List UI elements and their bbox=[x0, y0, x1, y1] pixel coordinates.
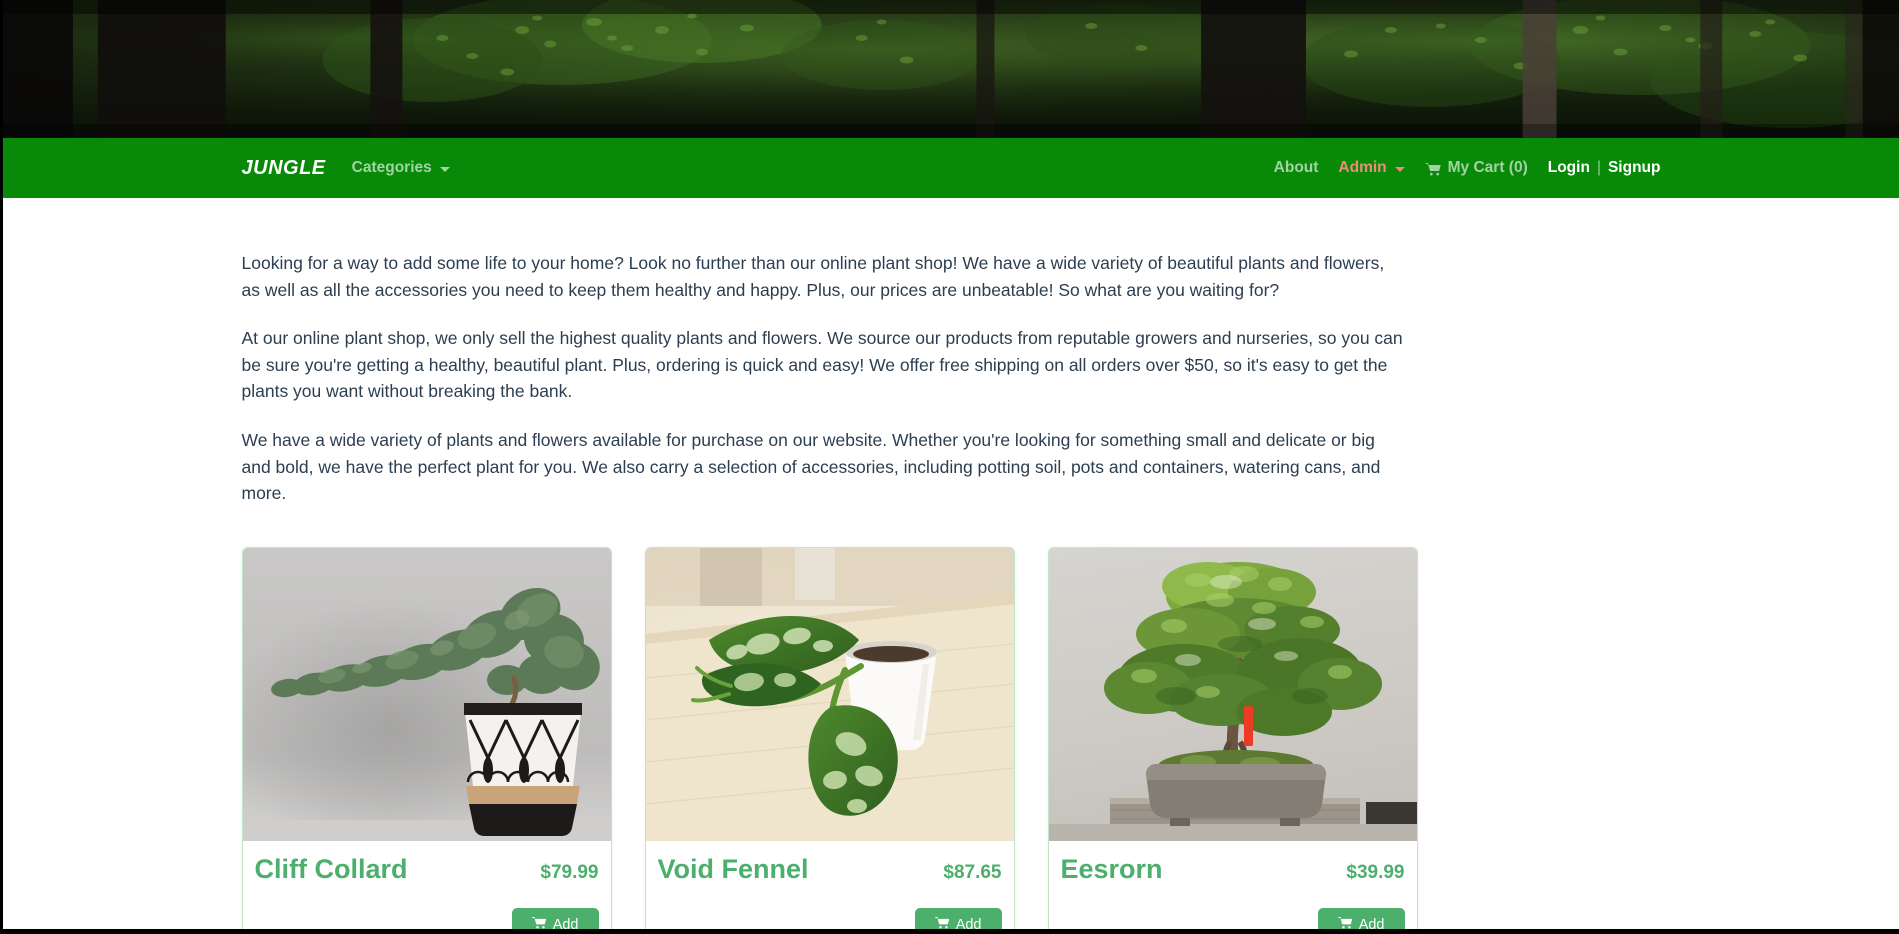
add-button-label: Add bbox=[1358, 916, 1385, 933]
nav-admin-dropdown[interactable]: Admin bbox=[1338, 159, 1405, 177]
bonsai-tree-photo bbox=[1048, 547, 1417, 841]
product-price: $39.99 bbox=[1346, 861, 1405, 883]
product-header-row: Eesrorn $39.99 bbox=[1060, 853, 1405, 885]
nav-cart-label: My Cart (0) bbox=[1447, 159, 1528, 176]
product-actions: Add bbox=[255, 908, 599, 933]
add-to-cart-button[interactable]: Add bbox=[511, 908, 599, 933]
product-body: Eesrorn $39.99 Add bbox=[1049, 841, 1417, 933]
nav-login-link[interactable]: Login bbox=[1548, 159, 1590, 177]
product-name: Eesrorn bbox=[1060, 853, 1163, 884]
hero-banner-image bbox=[3, 0, 1899, 138]
intro-paragraph-3: We have a wide variety of plants and flo… bbox=[241, 429, 1381, 504]
intro-text-block: Looking for a way to add some life to yo… bbox=[242, 250, 1661, 507]
forest-banner-graphic bbox=[3, 0, 1899, 138]
product-grid: Cliff Collard $79.99 Add Void Fennel $87… bbox=[241, 546, 1661, 933]
nav-signup-link[interactable]: Signup bbox=[1608, 159, 1661, 177]
satin-pothos-photo bbox=[645, 547, 1014, 841]
nav-categories-label: Categories bbox=[351, 159, 432, 176]
nav-my-cart-link[interactable]: My Cart (0) bbox=[1425, 159, 1528, 177]
product-header-row: Void Fennel $87.65 bbox=[657, 853, 1002, 885]
shopping-cart-icon bbox=[531, 916, 547, 929]
product-actions: Add bbox=[658, 908, 1002, 933]
product-name: Cliff Collard bbox=[254, 853, 408, 884]
shopping-cart-icon bbox=[1337, 916, 1353, 929]
product-card[interactable]: Void Fennel $87.65 Add bbox=[644, 546, 1015, 933]
auth-separator: | bbox=[1596, 159, 1601, 176]
nav-categories-dropdown[interactable]: Categories bbox=[352, 159, 450, 177]
product-price: $87.65 bbox=[943, 861, 1002, 883]
nav-admin-label: Admin bbox=[1338, 159, 1387, 176]
auth-links-group: Login | Signup bbox=[1548, 159, 1661, 177]
navbar-right-group: About Admin My Cart (0) Login | Signup bbox=[1274, 159, 1661, 177]
product-card[interactable]: Eesrorn $39.99 Add bbox=[1047, 546, 1418, 933]
product-header-row: Cliff Collard $79.99 bbox=[254, 853, 599, 885]
add-button-label: Add bbox=[955, 916, 982, 933]
intro-paragraph-2: At our online plant shop, we only sell t… bbox=[241, 328, 1403, 402]
juniper-bonsai-photo bbox=[242, 547, 611, 841]
product-image-void-fennel[interactable] bbox=[645, 547, 1014, 841]
chevron-down-icon bbox=[1394, 166, 1405, 172]
navbar-inner: JUNGLE Categories About Admin My Cart (0… bbox=[242, 138, 1661, 198]
product-image-cliff-collard[interactable] bbox=[242, 547, 611, 841]
product-name: Void Fennel bbox=[657, 853, 809, 884]
product-body: Void Fennel $87.65 Add bbox=[646, 841, 1014, 933]
intro-paragraph-1: Looking for a way to add some life to yo… bbox=[241, 253, 1385, 300]
product-price: $79.99 bbox=[540, 861, 599, 883]
add-to-cart-button[interactable]: Add bbox=[1317, 908, 1405, 933]
add-button-label: Add bbox=[552, 916, 579, 933]
brand-logo-jungle[interactable]: JUNGLE bbox=[242, 157, 326, 180]
nav-about-link[interactable]: About bbox=[1274, 159, 1319, 177]
product-card[interactable]: Cliff Collard $79.99 Add bbox=[241, 546, 612, 933]
product-image-eesrorn[interactable] bbox=[1048, 547, 1417, 841]
shopping-cart-icon bbox=[1425, 162, 1442, 176]
browser-viewport: JUNGLE Categories About Admin My Cart (0… bbox=[0, 0, 1899, 934]
main-content: Looking for a way to add some life to yo… bbox=[241, 198, 1661, 933]
product-actions: Add bbox=[1061, 908, 1405, 933]
navbar-left-group: JUNGLE Categories bbox=[242, 157, 450, 180]
add-to-cart-button[interactable]: Add bbox=[914, 908, 1002, 933]
shopping-cart-icon bbox=[934, 916, 950, 929]
product-body: Cliff Collard $79.99 Add bbox=[243, 841, 611, 933]
chevron-down-icon bbox=[439, 166, 450, 172]
main-navbar: JUNGLE Categories About Admin My Cart (0… bbox=[3, 138, 1899, 198]
